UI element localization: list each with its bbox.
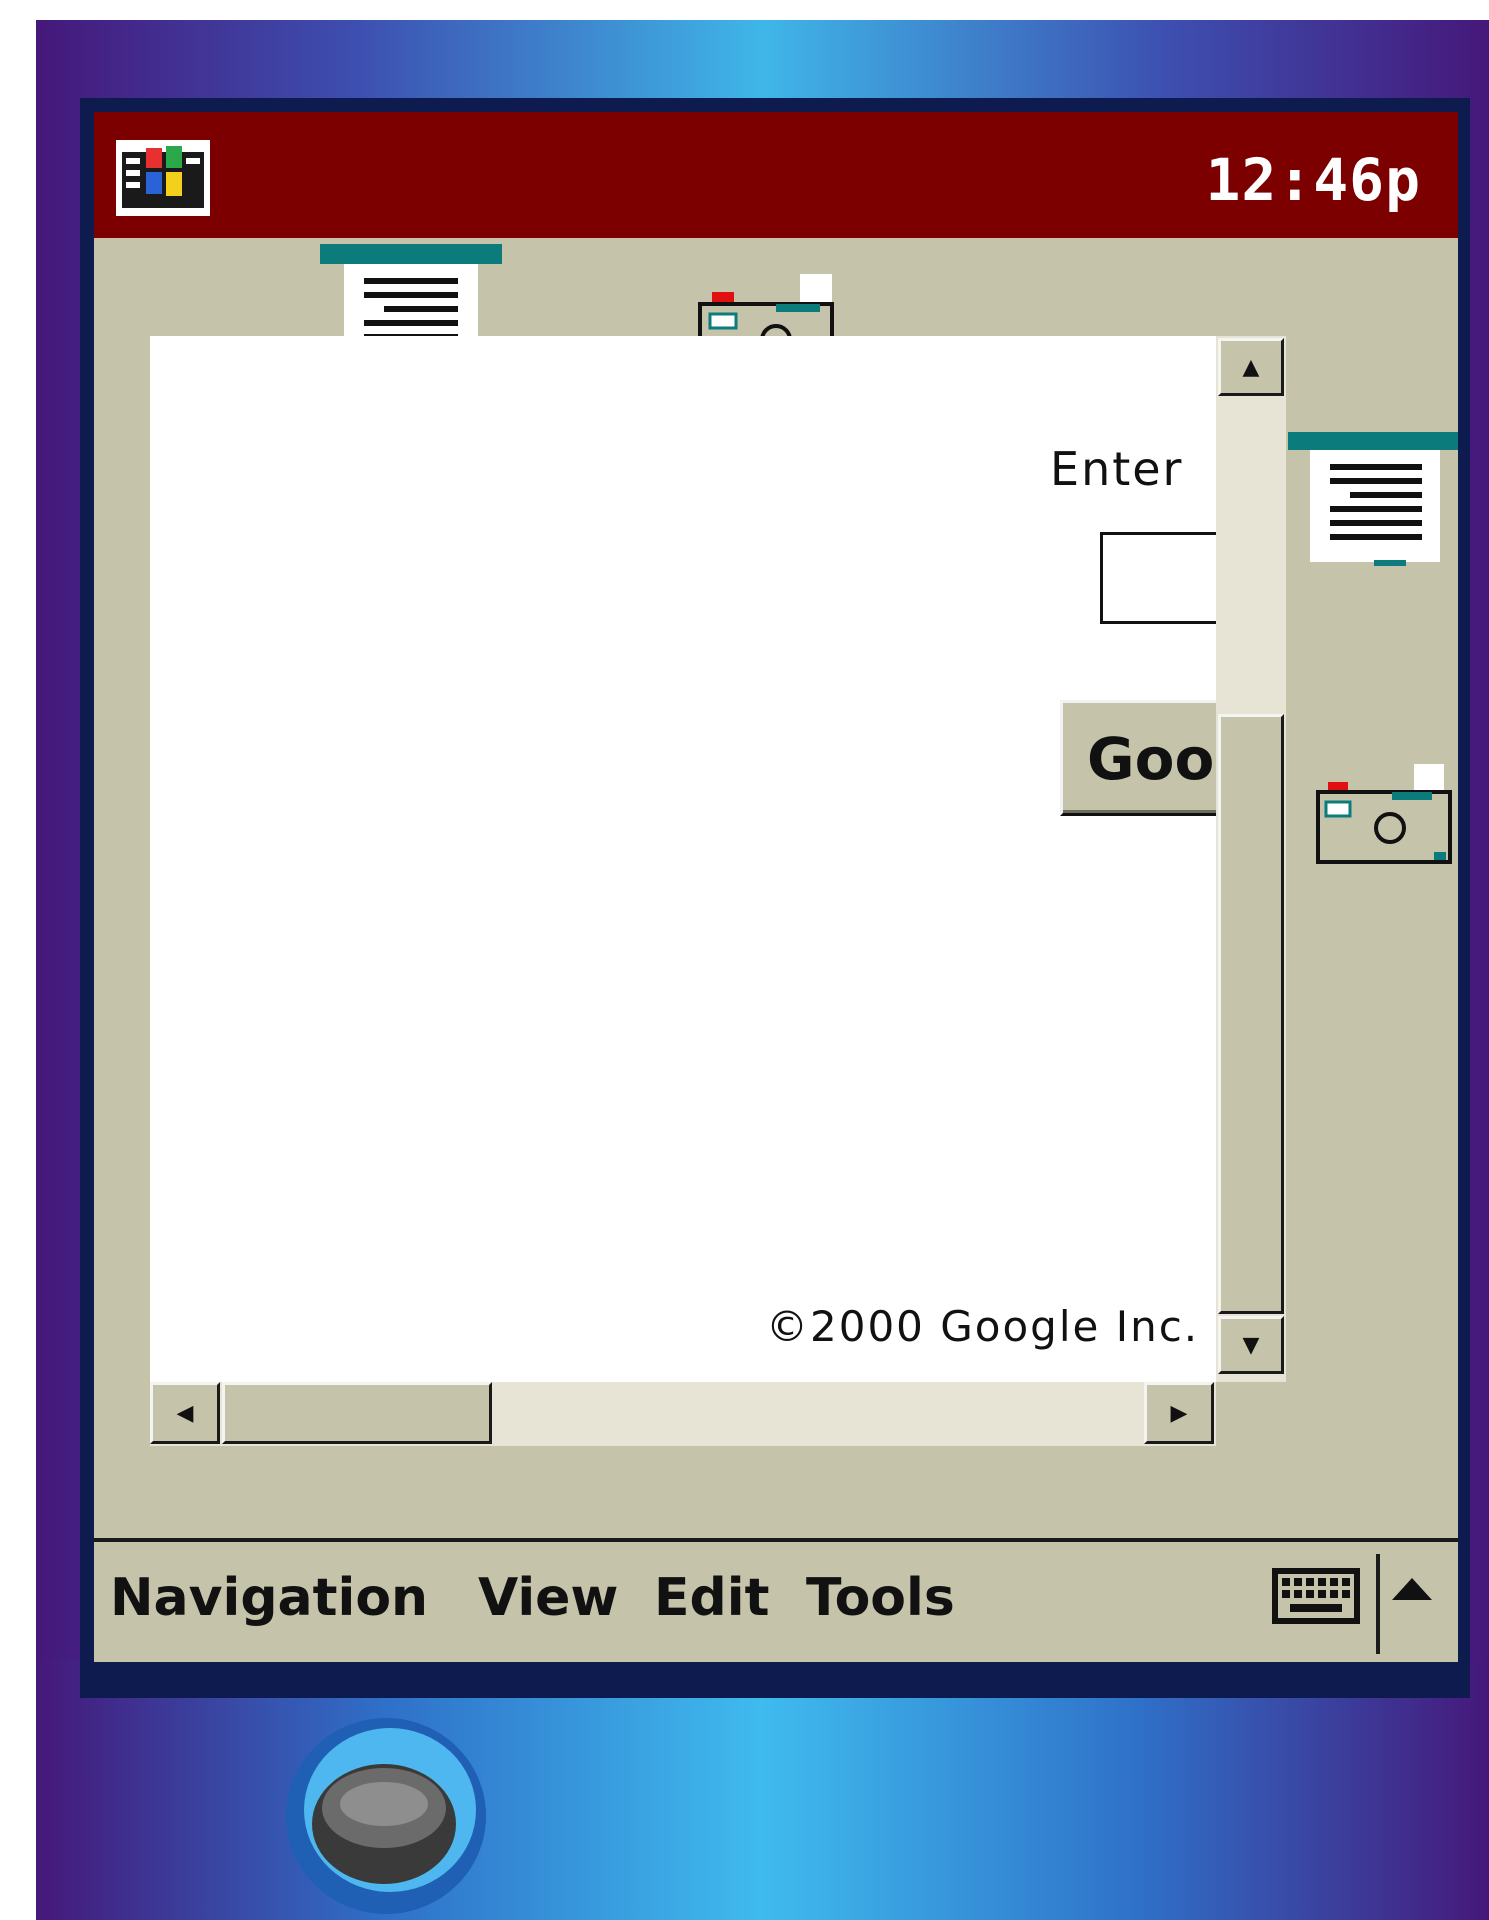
windows-flag-icon[interactable] bbox=[116, 140, 210, 216]
vertical-scrollbar-thumb[interactable] bbox=[1218, 714, 1284, 1314]
camera-icon[interactable] bbox=[1306, 760, 1458, 876]
hardware-nav-button[interactable] bbox=[274, 1716, 488, 1920]
document-icon[interactable] bbox=[1288, 432, 1458, 574]
device-casing-bottom bbox=[36, 1660, 1489, 1920]
menubar-separator bbox=[1376, 1554, 1380, 1654]
google-search-button[interactable]: Goo bbox=[1060, 700, 1216, 816]
scroll-down-button[interactable]: ▼ bbox=[1218, 1316, 1284, 1374]
arrow-down-icon: ▼ bbox=[1242, 1332, 1260, 1358]
copyright-text: ©2000 Google Inc. bbox=[766, 1302, 1200, 1351]
menu-tools[interactable]: Tools bbox=[806, 1566, 955, 1630]
up-arrow-icon[interactable] bbox=[1392, 1578, 1432, 1600]
horizontal-scrollbar-thumb[interactable] bbox=[222, 1382, 492, 1444]
menu-edit[interactable]: Edit bbox=[654, 1566, 769, 1630]
arrow-left-icon: ◀ bbox=[176, 1400, 194, 1426]
enter-prompt-text: Enter bbox=[1050, 442, 1184, 496]
keyboard-icon[interactable] bbox=[1270, 1566, 1362, 1626]
scroll-up-button[interactable]: ▲ bbox=[1218, 338, 1284, 396]
menu-view[interactable]: View bbox=[478, 1566, 618, 1630]
search-input[interactable] bbox=[1100, 532, 1216, 624]
scroll-right-button[interactable]: ▶ bbox=[1144, 1382, 1214, 1444]
arrow-right-icon: ▶ bbox=[1170, 1400, 1188, 1426]
arrow-up-icon: ▲ bbox=[1242, 354, 1260, 380]
menu-navigation[interactable]: Navigation bbox=[110, 1566, 428, 1630]
browser-content: Enter Goo ©2000 Google Inc. bbox=[150, 336, 1216, 1382]
clock[interactable]: 12:46p bbox=[1205, 140, 1421, 220]
scroll-left-button[interactable]: ◀ bbox=[150, 1382, 220, 1444]
